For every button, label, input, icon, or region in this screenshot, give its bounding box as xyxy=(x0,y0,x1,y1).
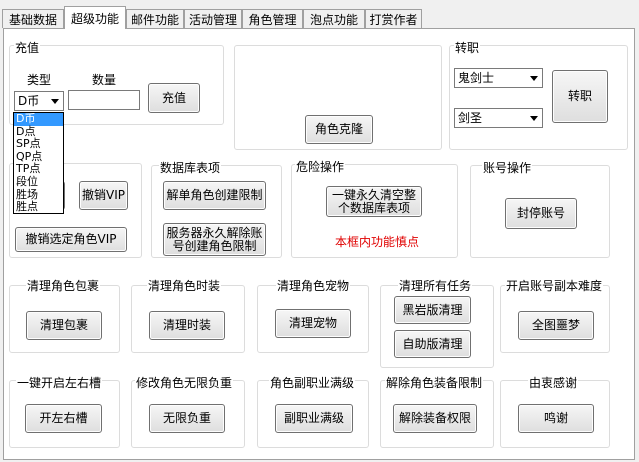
recharge-button[interactable]: 充值 xyxy=(148,83,200,113)
tab-basic-data[interactable]: 基础数据 xyxy=(2,9,64,28)
danger-warning-text: 本框内功能慎点 xyxy=(335,235,420,249)
unlock-single-role-button-label: 解单角色创建限制 xyxy=(166,188,263,202)
cancel-vip-button-label: 撤销VIP xyxy=(82,188,125,202)
chevron-down-icon xyxy=(530,76,538,81)
clean-tasks-heiyan-button[interactable]: 黑岩版清理 xyxy=(394,296,471,324)
recharge-group-label: 充值 xyxy=(14,39,41,56)
all-nightmare-button-label: 全图噩梦 xyxy=(531,318,580,332)
thanks-button-label: 鸣谢 xyxy=(543,411,568,425)
unlock-single-role-button[interactable]: 解单角色创建限制 xyxy=(163,181,266,210)
ban-account-button[interactable]: 封停账号 xyxy=(505,198,577,229)
dropdown-option[interactable]: D币 xyxy=(14,112,63,126)
clean-pet-button-label: 清理宠物 xyxy=(288,316,337,330)
remove-equip-limit-button-label: 解除装备权限 xyxy=(398,411,471,425)
type-label: 类型 xyxy=(27,73,52,87)
recharge-button-label: 充值 xyxy=(161,90,186,105)
clean-tasks-self-service-button-label: 自助版清理 xyxy=(402,336,463,351)
dropdown-option[interactable]: 段位 xyxy=(14,175,63,189)
danger-group-label: 危险操作 xyxy=(295,158,346,175)
clear-database-button[interactable]: 一键永久清空整 个数据库表项 xyxy=(326,186,422,217)
clean-bag-button[interactable]: 清理包裹 xyxy=(26,311,102,340)
amount-input[interactable] xyxy=(68,90,140,110)
job-change-button[interactable]: 转职 xyxy=(552,70,608,123)
clean-fashion-button-label: 清理时装 xyxy=(162,318,211,332)
currency-type-select[interactable]: D币 xyxy=(14,91,64,111)
thanks-group-label: 由衷感谢 xyxy=(528,374,579,391)
job-select-value: 鬼剑士 xyxy=(458,71,495,85)
dropdown-option[interactable]: SP点 xyxy=(14,138,63,151)
currency-type-value: D币 xyxy=(18,94,40,108)
job-change-group-label: 转职 xyxy=(454,39,481,56)
dropdown-option[interactable]: 胜点 xyxy=(14,201,63,214)
unlock-server-button-line2: 号创建角色限制 xyxy=(172,238,257,253)
clean-fashion-button[interactable]: 清理时装 xyxy=(149,311,225,340)
clone-role-button[interactable]: 角色克隆 xyxy=(305,115,373,144)
clear-database-button-line2: 个数据库表项 xyxy=(337,200,410,215)
tab-tip-author[interactable]: 打赏作者 xyxy=(365,9,422,28)
thanks-button[interactable]: 鸣谢 xyxy=(518,404,594,433)
database-group-label: 数据库表项 xyxy=(159,159,222,176)
tab-bar: 基础数据 超级功能 邮件功能 活动管理 角色管理 泡点功能 打赏作者 xyxy=(0,0,639,29)
clean-tasks-heiyan-button-label: 黑岩版清理 xyxy=(402,302,463,317)
clean-bag-group-label: 清理角色包裹 xyxy=(26,277,101,294)
cancel-selected-vip-button[interactable]: 撤销选定角色VIP xyxy=(15,227,127,252)
clean-fashion-group-label: 清理角色时装 xyxy=(147,277,222,294)
chevron-down-icon xyxy=(530,116,538,121)
unlock-server-button-line1: 服务器永久解除账 xyxy=(166,225,263,240)
job-select[interactable]: 鬼剑士 xyxy=(454,68,543,88)
sub-job-select[interactable]: 剑圣 xyxy=(454,108,543,128)
equip-limit-group-label: 解除角色装备限制 xyxy=(385,374,484,391)
tab-super-functions[interactable]: 超级功能 xyxy=(64,6,126,29)
tab-role-management[interactable]: 角色管理 xyxy=(242,9,303,28)
clean-pet-button[interactable]: 清理宠物 xyxy=(275,309,351,338)
tab-activity-management[interactable]: 活动管理 xyxy=(184,9,242,28)
tab-mail-functions[interactable]: 邮件功能 xyxy=(126,9,184,28)
slot-group-label: 一键开启左右槽 xyxy=(16,374,103,391)
open-slots-button-label: 开左右槽 xyxy=(39,411,88,425)
unlimited-weight-button[interactable]: 无限负重 xyxy=(149,404,225,433)
cancel-selected-vip-button-label: 撤销选定角色VIP xyxy=(25,232,117,246)
weight-group-label: 修改角色无限负重 xyxy=(135,374,234,391)
currency-type-dropdown[interactable]: D币 D点 SP点 QP点 TP点 段位 胜场 胜点 xyxy=(13,112,64,214)
unlock-server-button[interactable]: 服务器永久解除账 号创建角色限制 xyxy=(163,223,266,256)
tab-bubble-functions[interactable]: 泡点功能 xyxy=(303,9,365,28)
clean-tasks-group-label: 清理所有任务 xyxy=(398,277,473,294)
clone-role-button-label: 角色克隆 xyxy=(314,122,363,136)
account-group-label: 账号操作 xyxy=(482,159,533,176)
job-change-button-label: 转职 xyxy=(567,89,592,103)
sub-job-max-button-label: 副职业满级 xyxy=(283,411,344,425)
sub-job-max-button[interactable]: 副职业满级 xyxy=(275,404,353,433)
clear-database-button-line1: 一键永久清空整 xyxy=(331,187,416,202)
remove-equip-limit-button[interactable]: 解除装备权限 xyxy=(393,404,477,433)
ban-account-button-label: 封停账号 xyxy=(516,206,565,220)
cancel-vip-button[interactable]: 撤销VIP xyxy=(79,181,128,210)
sub-job-select-value: 剑圣 xyxy=(458,111,483,125)
dungeon-difficulty-group-label: 开启账号副本难度 xyxy=(505,277,604,294)
clean-bag-button-label: 清理包裹 xyxy=(39,318,88,332)
all-nightmare-button[interactable]: 全图噩梦 xyxy=(518,311,594,340)
clean-tasks-self-service-button[interactable]: 自助版清理 xyxy=(394,330,471,358)
amount-label: 数量 xyxy=(92,73,117,87)
sub-job-group-label: 角色副职业满级 xyxy=(269,374,356,391)
chevron-down-icon xyxy=(51,99,59,104)
open-slots-button[interactable]: 开左右槽 xyxy=(25,404,102,433)
clean-pet-group-label: 清理角色宠物 xyxy=(276,277,351,294)
unlimited-weight-button-label: 无限负重 xyxy=(162,411,211,425)
